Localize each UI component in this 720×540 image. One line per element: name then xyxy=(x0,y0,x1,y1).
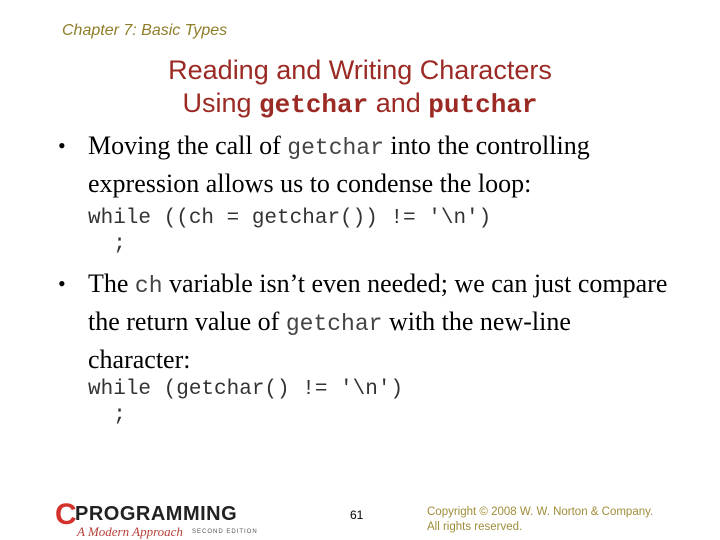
code-block-2: while (getchar() != '\n') ; xyxy=(88,377,403,429)
inline-code: getchar xyxy=(285,311,383,337)
logo-title: PROGRAMMING xyxy=(75,503,238,525)
slide-title: Reading and Writing Characters Using get… xyxy=(0,54,720,122)
page-number: 61 xyxy=(350,508,364,522)
bullet-text: The ch variable isn’t even needed; we ca… xyxy=(88,266,678,377)
bullet-1: • Moving the call of getchar into the co… xyxy=(58,128,678,201)
inline-code: ch xyxy=(134,273,163,299)
logo-c-icon: C xyxy=(55,498,77,531)
bullet-2: • The ch variable isn’t even needed; we … xyxy=(58,266,678,377)
bullet-marker: • xyxy=(58,133,66,158)
code-line: while (getchar() != '\n') xyxy=(88,378,404,401)
title-code-getchar: getchar xyxy=(259,90,369,120)
logo-subtitle: A Modern Approach xyxy=(77,524,183,539)
inline-code: getchar xyxy=(287,135,384,161)
logo-edition: SECOND EDITION xyxy=(192,529,258,535)
copyright-line: All rights reserved. xyxy=(427,521,523,533)
code-block-1: while ((ch = getchar()) != '\n') ; xyxy=(88,206,491,258)
copyright: Copyright © 2008 W. W. Norton & Company.… xyxy=(427,505,653,535)
text: Moving the call of xyxy=(88,131,288,160)
title-text: and xyxy=(368,88,429,118)
text: The xyxy=(88,269,135,298)
bullet-marker: • xyxy=(58,271,66,296)
code-line: while ((ch = getchar()) != '\n') xyxy=(88,207,492,230)
slide-title-line2: Using getchar and putchar xyxy=(0,87,720,122)
chapter-header: Chapter 7: Basic Types xyxy=(62,22,228,39)
title-code-putchar: putchar xyxy=(428,90,538,120)
slide-title-line1: Reading and Writing Characters xyxy=(168,55,552,85)
copyright-line: Copyright © 2008 W. W. Norton & Company. xyxy=(427,506,654,518)
title-text: Using xyxy=(182,88,260,118)
book-logo: C PROGRAMMING A Modern Approach SECOND E… xyxy=(55,500,285,540)
code-line: ; xyxy=(88,233,126,256)
bullet-text: Moving the call of getchar into the cont… xyxy=(88,128,678,201)
code-line: ; xyxy=(88,404,126,427)
